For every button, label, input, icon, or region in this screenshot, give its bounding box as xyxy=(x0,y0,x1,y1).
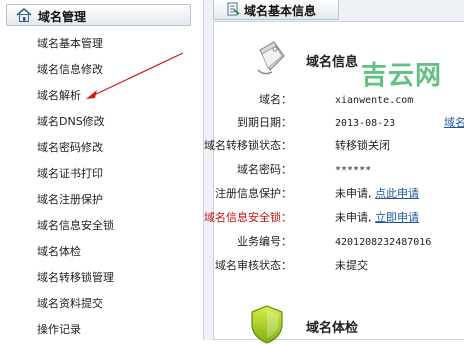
expiry-value-wrap: 2013-08-23 xyxy=(335,112,395,135)
scroll-tag-icon xyxy=(257,41,285,75)
sidebar-item-transfer-lock[interactable]: 域名转移锁管理 xyxy=(0,265,203,291)
expiry-label: 到期日期： xyxy=(237,116,292,129)
reg-protect-value: 未申请, xyxy=(335,187,372,200)
domain-side-link[interactable]: 域名 xyxy=(444,112,464,134)
password-label: 域名密码： xyxy=(237,163,292,176)
reg-protect-value-wrap: 未申请, 点此申请 xyxy=(335,183,419,205)
security-lock-value-wrap: 未申请, 立即申请 xyxy=(335,207,419,229)
business-no-value-wrap: 4201208232487016 xyxy=(335,231,431,254)
sidebar-item-operation-log[interactable]: 操作记录 xyxy=(0,317,203,343)
domain-health-title: 域名体检 xyxy=(306,321,359,336)
sidebar-item-domain-info-edit[interactable]: 域名信息修改 xyxy=(0,57,203,83)
sidebar-item-certificate-print[interactable]: 域名证书打印 xyxy=(0,161,203,187)
sidebar-item-document-submit[interactable]: 域名资料提交 xyxy=(0,291,203,317)
audit-status-label: 域名审核状态： xyxy=(215,259,292,272)
password-value: ****** xyxy=(335,165,372,176)
sidebar-item-domain-resolve[interactable]: 域名解析 xyxy=(0,83,203,109)
sidebar-item-domain-basic[interactable]: 域名基本管理 xyxy=(0,31,203,57)
row-domain: 域名： xianwente.com xyxy=(214,89,464,111)
domain-value: xianwente.com xyxy=(335,95,414,106)
sidebar-item-security-lock[interactable]: 域名信息安全锁 xyxy=(0,213,203,239)
expiry-value: 2013-08-23 xyxy=(335,118,396,129)
shield-icon xyxy=(251,305,283,344)
row-security-lock: 域名信息安全锁： 未申请, 立即申请 xyxy=(204,207,464,229)
row-expiry: 到期日期： 2013-08-23 域名 xyxy=(214,112,464,134)
business-no-value: 4201208232487016 xyxy=(335,237,432,248)
watermark-logo: 吉云网 xyxy=(361,61,443,91)
document-icon xyxy=(227,2,240,16)
security-lock-label: 域名信息安全锁： xyxy=(204,211,292,224)
sidebar: 域名管理 域名基本管理 域名信息修改 域名解析 域名DNS修改 域名密码修改 域… xyxy=(0,0,204,340)
row-reg-protect: 注册信息保护： 未申请, 点此申请 xyxy=(214,183,464,205)
row-business-no: 业务编号： 4201208232487016 xyxy=(214,231,464,253)
reg-protect-label: 注册信息保护： xyxy=(215,187,292,200)
sidebar-item-dns-edit[interactable]: 域名DNS修改 xyxy=(0,109,203,135)
row-audit-status: 域名审核状态： 未提交 xyxy=(214,255,464,277)
audit-status-value: 未提交 xyxy=(335,259,368,272)
sidebar-menu: 域名基本管理 域名信息修改 域名解析 域名DNS修改 域名密码修改 域名证书打印… xyxy=(0,31,203,343)
sidebar-title: 域名管理 xyxy=(38,10,87,24)
tab-domain-basic-info[interactable]: 域名基本信息 xyxy=(213,0,339,20)
sidebar-item-password-edit[interactable]: 域名密码修改 xyxy=(0,135,203,161)
transfer-lock-label: 域名转移锁状态： xyxy=(204,139,292,152)
domain-label: 域名： xyxy=(259,93,292,106)
domain-value-wrap: xianwente.com xyxy=(335,89,413,112)
home-icon xyxy=(16,8,32,22)
domain-info-title: 域名信息 xyxy=(306,55,359,70)
main-content: 域名基本信息 域名信息 域名： xianwente.com 到期日期： 2013… xyxy=(204,0,464,344)
row-transfer-lock: 域名转移锁状态： 转移锁关闭 xyxy=(204,135,464,157)
row-password: 域名密码： ****** xyxy=(214,159,464,181)
sidebar-item-health-check[interactable]: 域名体检 xyxy=(0,239,203,265)
business-no-label: 业务编号： xyxy=(237,235,292,248)
password-value-wrap: ****** xyxy=(335,159,371,182)
sidebar-item-reg-protect[interactable]: 域名注册保护 xyxy=(0,187,203,213)
sidebar-header[interactable]: 域名管理 xyxy=(6,4,191,26)
reg-protect-apply-link[interactable]: 点此申请 xyxy=(375,187,419,200)
security-lock-apply-link[interactable]: 立即申请 xyxy=(375,211,419,224)
security-lock-value: 未申请, xyxy=(335,211,372,224)
transfer-lock-value: 转移锁关闭 xyxy=(335,139,390,152)
tab-title: 域名基本信息 xyxy=(244,4,317,18)
